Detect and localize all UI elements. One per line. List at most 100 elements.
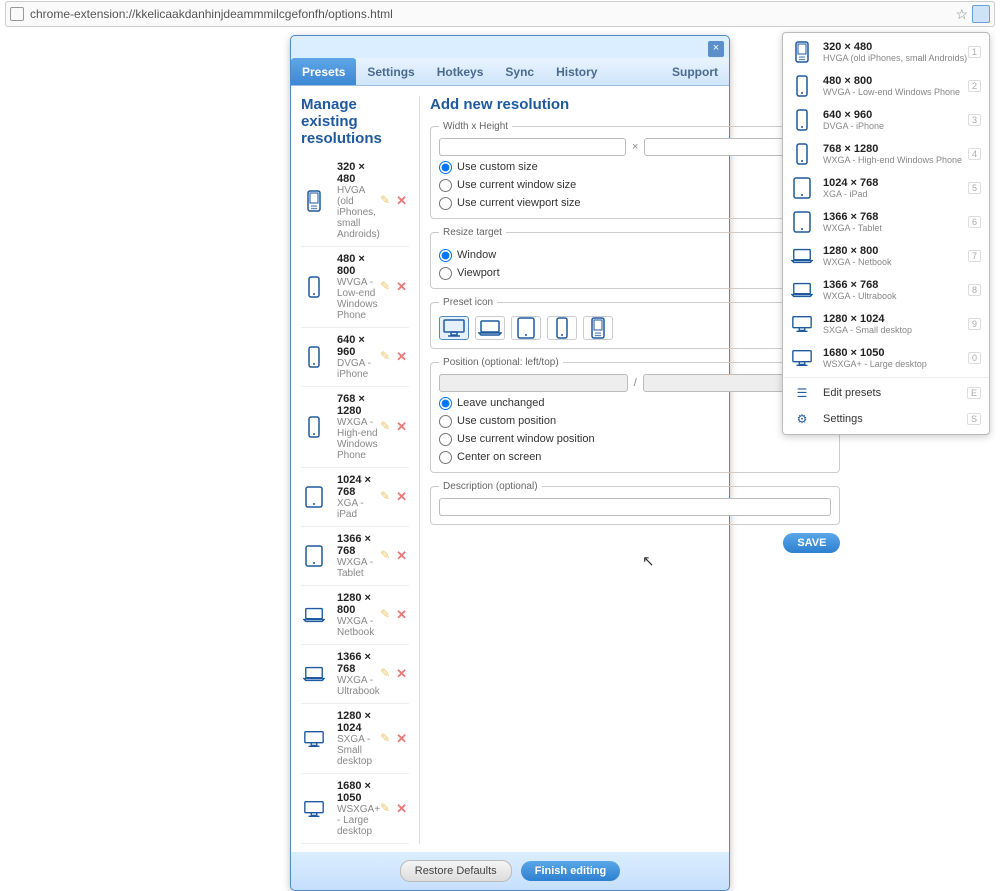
position-option[interactable]: Leave unchanged <box>439 396 831 410</box>
delete-icon[interactable]: ✕ <box>396 666 407 682</box>
edit-icon[interactable]: ✎ <box>380 489 390 505</box>
position-radio[interactable] <box>439 451 452 464</box>
position-option[interactable]: Use current window position <box>439 432 831 446</box>
size-option[interactable]: Use custom size <box>439 160 831 174</box>
popup-resolution-item[interactable]: 768 × 1280 WXGA - High-end Windows Phone… <box>783 137 989 171</box>
delete-icon[interactable]: ✕ <box>396 731 407 747</box>
preset-icon-laptop[interactable] <box>475 316 505 340</box>
popup-resolution-item[interactable]: 1366 × 768 WXGA - Tablet 6 <box>783 205 989 239</box>
position-radio[interactable] <box>439 415 452 428</box>
delete-icon[interactable]: ✕ <box>396 548 407 564</box>
resize-radio[interactable] <box>439 267 452 280</box>
position-option-label: Use custom position <box>457 415 556 427</box>
edit-icon[interactable]: ✎ <box>380 548 390 564</box>
resolution-label: 1680 × 1050 <box>337 780 380 804</box>
preset-icon-phone-old[interactable] <box>583 316 613 340</box>
popup-resolution-item[interactable]: 1366 × 768 WXGA - Ultrabook 8 <box>783 273 989 307</box>
popup-resolution-item[interactable]: 1680 × 1050 WSXGA+ - Large desktop 0 <box>783 341 989 375</box>
tab-hotkeys[interactable]: Hotkeys <box>426 58 495 85</box>
bookmark-star-icon[interactable]: ☆ <box>955 6 968 23</box>
popup-edit-presets[interactable]: ☰ Edit presets E <box>783 380 989 406</box>
resize-option[interactable]: Viewport <box>439 266 831 280</box>
popup-item-desc: HVGA (old iPhones, small Androids) <box>823 53 968 63</box>
hotkey-badge: 1 <box>968 46 981 58</box>
size-option[interactable]: Use current viewport size <box>439 196 831 210</box>
size-option[interactable]: Use current window size <box>439 178 831 192</box>
position-option[interactable]: Center on screen <box>439 450 831 464</box>
popup-resolution-item[interactable]: 1280 × 800 WXGA - Netbook 7 <box>783 239 989 273</box>
edit-icon[interactable]: ✎ <box>380 801 390 817</box>
edit-icon[interactable]: ✎ <box>380 607 390 623</box>
position-option[interactable]: Use custom position <box>439 414 831 428</box>
popup-resolution-item[interactable]: 480 × 800 WVGA - Low-end Windows Phone 2 <box>783 69 989 103</box>
list-icon: ☰ <box>791 386 813 400</box>
preset-icon-fieldset: Preset icon <box>430 297 840 349</box>
hotkey-badge: E <box>967 387 981 399</box>
size-option-label: Use current viewport size <box>457 197 581 209</box>
position-radio[interactable] <box>439 397 452 410</box>
tab-history[interactable]: History <box>545 58 608 85</box>
edit-icon[interactable]: ✎ <box>380 193 390 209</box>
preset-icon-tablet[interactable] <box>511 316 541 340</box>
size-radio[interactable] <box>439 197 452 210</box>
popup-resolution-item[interactable]: 640 × 960 DVGA - iPhone 3 <box>783 103 989 137</box>
edit-icon[interactable]: ✎ <box>380 279 390 295</box>
position-left-input[interactable] <box>439 374 628 392</box>
restore-defaults-button[interactable]: Restore Defaults <box>400 860 512 882</box>
save-button[interactable]: SAVE <box>783 533 840 553</box>
popup-settings[interactable]: ⚙ Settings S <box>783 406 989 432</box>
tab-support[interactable]: Support <box>661 58 729 85</box>
hotkey-badge: 7 <box>968 250 981 262</box>
extension-popup: 320 × 480 HVGA (old iPhones, small Andro… <box>782 32 990 435</box>
delete-icon[interactable]: ✕ <box>396 193 407 209</box>
preset-icon-legend: Preset icon <box>439 297 497 308</box>
preset-icon-phone[interactable] <box>547 316 577 340</box>
delete-icon[interactable]: ✕ <box>396 607 407 623</box>
popup-item-label: 768 × 1280 <box>823 143 968 155</box>
hotkey-badge: 6 <box>968 216 981 228</box>
popup-resolution-item[interactable]: 1024 × 768 XGA - iPad 5 <box>783 171 989 205</box>
tab-sync[interactable]: Sync <box>494 58 545 85</box>
laptop-icon <box>791 278 813 302</box>
resolution-label: 1366 × 768 <box>337 533 380 557</box>
tab-presets[interactable]: Presets <box>291 58 356 85</box>
resolution-desc: HVGA (old iPhones, small Androids) <box>337 185 380 240</box>
edit-icon[interactable]: ✎ <box>380 666 390 682</box>
width-input[interactable] <box>439 138 626 156</box>
edit-icon[interactable]: ✎ <box>380 731 390 747</box>
add-heading: Add new resolution <box>430 96 840 113</box>
description-input[interactable] <box>439 498 831 516</box>
delete-icon[interactable]: ✕ <box>396 489 407 505</box>
delete-icon[interactable]: ✕ <box>396 279 407 295</box>
desktop-icon <box>303 726 325 752</box>
delete-icon[interactable]: ✕ <box>396 801 407 817</box>
edit-icon[interactable]: ✎ <box>380 349 390 365</box>
size-radio[interactable] <box>439 161 452 174</box>
size-radio[interactable] <box>439 179 452 192</box>
position-radio[interactable] <box>439 433 452 446</box>
dimension-separator: × <box>632 141 638 153</box>
tab-settings[interactable]: Settings <box>356 58 425 85</box>
resolution-desc: WXGA - Netbook <box>337 616 380 638</box>
position-option-label: Use current window position <box>457 433 595 445</box>
resolution-row: 1024 × 768 XGA - iPad ✎ ✕ <box>301 468 409 527</box>
url-input[interactable] <box>30 7 955 21</box>
resolution-row: 1280 × 1024 SXGA - Small desktop ✎ ✕ <box>301 704 409 774</box>
popup-item-desc: DVGA - iPhone <box>823 121 968 131</box>
tablet-icon <box>303 484 325 510</box>
resize-radio[interactable] <box>439 249 452 262</box>
resolution-label: 1280 × 1024 <box>337 710 380 734</box>
edit-icon[interactable]: ✎ <box>380 419 390 435</box>
popup-item-label: 1280 × 800 <box>823 245 968 257</box>
popup-resolution-item[interactable]: 320 × 480 HVGA (old iPhones, small Andro… <box>783 35 989 69</box>
delete-icon[interactable]: ✕ <box>396 349 407 365</box>
finish-editing-button[interactable]: Finish editing <box>521 861 621 881</box>
delete-icon[interactable]: ✕ <box>396 419 407 435</box>
manage-heading: Manage existing resolutions <box>301 96 409 147</box>
extension-button[interactable] <box>972 5 990 23</box>
resize-option[interactable]: Window <box>439 248 831 262</box>
preset-icon-desktop[interactable] <box>439 316 469 340</box>
popup-resolution-item[interactable]: 1280 × 1024 SXGA - Small desktop 9 <box>783 307 989 341</box>
options-dialog: × Presets Settings Hotkeys Sync History … <box>290 35 730 891</box>
close-button[interactable]: × <box>708 41 724 57</box>
